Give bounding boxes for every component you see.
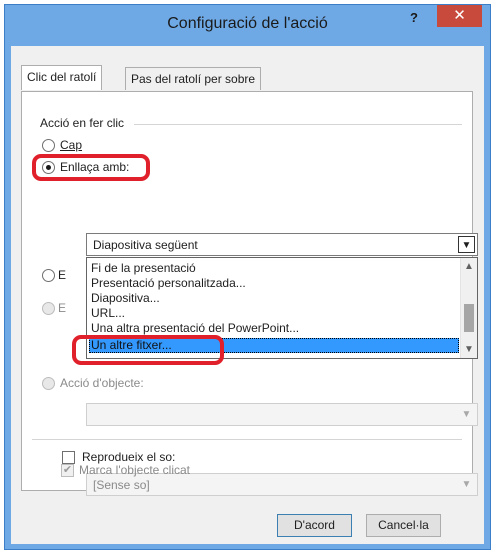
radio-hidden-1[interactable] [42,269,55,282]
radio-none[interactable] [42,139,55,152]
chevron-down-icon[interactable]: ▼ [458,236,475,253]
chevron-down-icon[interactable]: ▼ [458,406,475,423]
dialog-body: Clic del ratolí Pas del ratolí per sobre… [11,46,484,544]
dropdown-item[interactable]: Una altra presentació del PowerPoint... [89,321,459,336]
dropdown-item[interactable]: Diapositiva... [89,291,459,306]
sound-value: [Sense so] [93,478,150,492]
cancel-button[interactable]: Cancel·la [366,514,441,537]
annotation-highlight-other-file [72,335,224,365]
action-settings-dialog: Configuració de l'acció ? ✕ Clic del rat… [4,4,491,550]
highlight-checkbox[interactable]: ✔ [61,464,74,477]
tab-mouse-over[interactable]: Pas del ratolí per sobre [125,67,262,90]
ok-button[interactable]: D'acord [277,514,352,537]
help-button[interactable]: ? [403,9,425,31]
link-target-select[interactable]: Diapositiva següent ▼ [86,233,478,256]
annotation-highlight-link [32,154,150,181]
divider [32,439,462,440]
play-sound-checkbox[interactable] [62,451,75,464]
dropdown-item[interactable]: Presentació personalitzada... [89,276,459,291]
radio-none-label[interactable]: Cap [60,138,82,152]
play-sound-label[interactable]: Reprodueix el so: [82,450,175,464]
radio-object-action-label: Acció d'objecte: [60,376,144,390]
dropdown-item[interactable]: URL... [89,306,459,321]
tab-panel: Acció en fer clic Cap Enllaça amb: Diapo… [21,91,478,496]
radio-hidden-1-label: E [58,268,67,282]
radio-none-text: Cap [60,138,83,152]
group-divider [134,124,462,125]
link-target-value: Diapositiva següent [93,238,198,252]
dropdown-scrollbar[interactable]: ▲ ▼ [460,258,477,358]
scroll-up-icon[interactable]: ▲ [461,258,477,275]
scroll-down-icon[interactable]: ▼ [461,341,477,358]
tab-mouse-click[interactable]: Clic del ratolí [21,65,103,90]
scroll-thumb[interactable] [464,304,474,332]
dropdown-item[interactable]: Fi de la presentació [89,261,459,276]
title-bar[interactable]: Configuració de l'acció ? ✕ [5,5,490,46]
radio-object-action[interactable] [42,377,55,390]
radio-hidden-2-label: E [58,301,67,315]
close-button[interactable]: ✕ [437,5,482,27]
action-group-label: Acció en fer clic [40,116,129,130]
radio-hidden-2[interactable] [42,302,55,315]
object-action-select[interactable]: ▼ [86,403,478,426]
highlight-label: Marca l'objecte clicat [79,463,190,477]
chevron-down-icon[interactable]: ▼ [458,476,475,493]
